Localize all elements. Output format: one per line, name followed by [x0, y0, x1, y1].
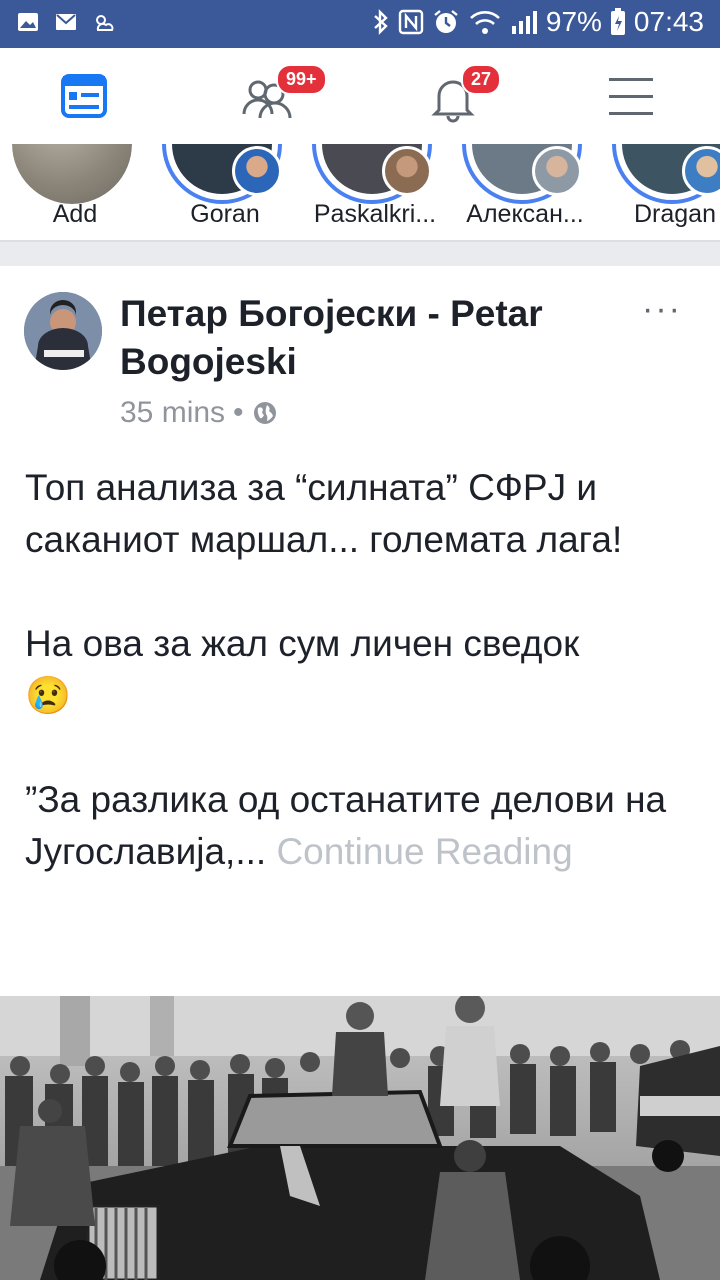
nfc-icon	[398, 9, 424, 35]
gallery-icon	[18, 13, 38, 31]
continue-reading-link[interactable]: Continue Reading	[276, 831, 572, 872]
post-paragraph: Топ анализа за “силната” СФРЈ и саканиот…	[25, 467, 623, 560]
crying-emoji-icon: 😢	[25, 675, 72, 716]
clock: 07:43	[633, 6, 704, 37]
tab-menu[interactable]	[605, 68, 675, 124]
post-author-name[interactable]: Петар Богојески - Petar Bogojeski	[120, 290, 590, 386]
wifi-icon	[469, 11, 500, 34]
post-timestamp[interactable]: 35 mins	[120, 396, 225, 430]
author-avatar[interactable]	[24, 292, 102, 370]
story-dragan[interactable]: Dragan	[600, 144, 720, 240]
battery-icon	[610, 8, 625, 35]
tab-notifications[interactable]: 27	[425, 64, 502, 124]
post-paragraph: На ова за жал сум личен сведок 😢	[25, 623, 580, 716]
post-image	[0, 996, 720, 1280]
story-name: Goran	[190, 200, 260, 228]
post-body: Топ анализа за “силната” СФРЈ и саканиот…	[25, 462, 695, 878]
status-bar: 97% 07:43	[0, 0, 720, 48]
add-story-thumbnail	[12, 144, 132, 204]
post-options-button[interactable]: ···	[642, 290, 682, 329]
tab-news-feed[interactable]	[55, 68, 125, 124]
feed-divider	[0, 240, 720, 266]
notifications-badge: 27	[461, 64, 502, 95]
post-meta: 35 mins •	[120, 396, 278, 430]
stories-strip[interactable]: Add Goran Paskalkri... Алексан... Dragan	[0, 144, 720, 240]
story-name: Dragan	[634, 200, 716, 228]
avatar	[382, 146, 432, 196]
post-paragraph: ”За разлика од останатите делови на Југо…	[25, 779, 667, 872]
battery-percent: 97%	[545, 6, 602, 37]
alarm-icon	[434, 10, 458, 33]
story-goran[interactable]: Goran	[150, 144, 300, 240]
feed-post: Петар Богојески - Petar Bogojeski ··· 35…	[0, 266, 720, 1280]
story-aleksan[interactable]: Алексан...	[450, 144, 600, 240]
post-photo[interactable]	[0, 996, 720, 1280]
story-name: Алексан...	[466, 200, 584, 228]
weather-icon	[96, 15, 114, 31]
story-name: Paskalkri...	[313, 200, 437, 228]
hamburger-menu-icon	[609, 78, 653, 115]
friends-badge: 99+	[276, 64, 327, 95]
meta-separator: •	[233, 396, 244, 429]
story-add[interactable]: Add	[0, 144, 150, 240]
story-name: Add	[52, 200, 98, 228]
author-photo	[24, 292, 102, 370]
top-nav-bar: 99+ 27	[0, 48, 720, 146]
tab-friend-requests[interactable]: 99+	[240, 64, 327, 124]
news-feed-icon	[61, 74, 107, 118]
gmail-icon	[56, 14, 76, 30]
globe-icon	[253, 402, 276, 424]
story-paskalkri[interactable]: Paskalkri...	[300, 144, 450, 240]
signal-icon	[511, 11, 537, 34]
avatar	[232, 146, 282, 196]
avatar	[532, 146, 582, 196]
bluetooth-icon	[374, 9, 388, 35]
